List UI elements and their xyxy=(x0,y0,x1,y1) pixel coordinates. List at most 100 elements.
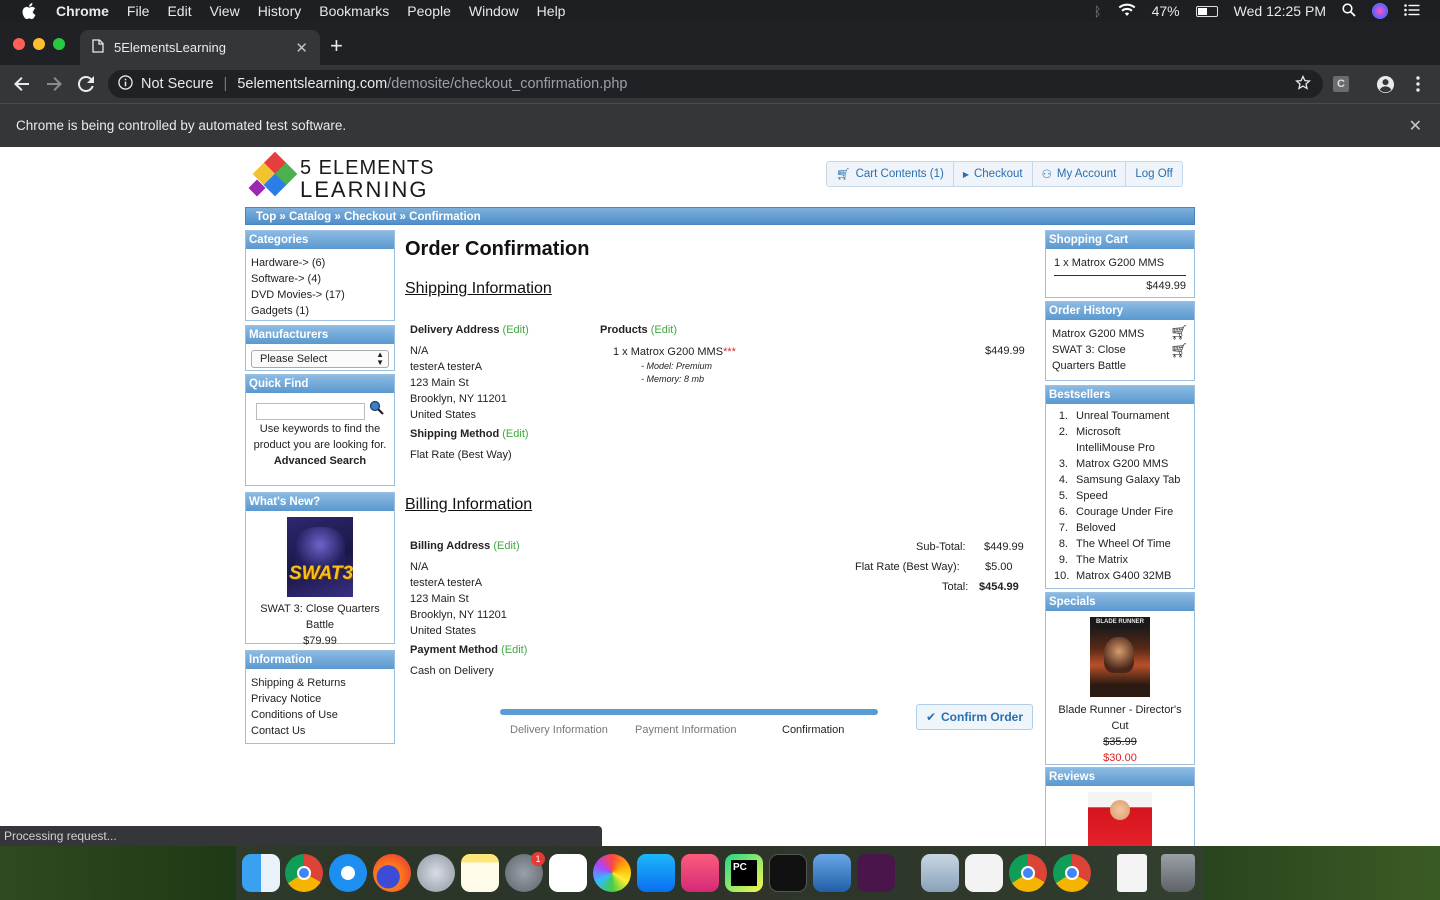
menu-help[interactable]: Help xyxy=(537,3,566,19)
cart-contents-link[interactable]: 🛒︎ Cart Contents (1) xyxy=(827,162,954,186)
advanced-search-link[interactable]: Advanced Search xyxy=(250,453,390,469)
bestseller-link[interactable]: Courage Under Fire xyxy=(1076,504,1173,520)
menu-edit[interactable]: Edit xyxy=(167,3,191,19)
java-icon[interactable] xyxy=(965,854,1003,892)
bestseller-link[interactable]: Beloved xyxy=(1076,520,1116,536)
contact-us-link[interactable]: Contact Us xyxy=(251,723,389,739)
clock[interactable]: Wed 12:25 PM xyxy=(1234,3,1326,19)
quick-find-input[interactable] xyxy=(256,403,365,420)
app-store-icon[interactable] xyxy=(637,854,675,892)
trash-icon[interactable] xyxy=(1161,854,1195,892)
firefox-icon[interactable] xyxy=(373,854,411,892)
blade-runner-product-image[interactable]: BLADE RUNNER xyxy=(1090,617,1150,697)
minimize-window-button[interactable] xyxy=(33,38,45,50)
bestseller-link[interactable]: Microsoft IntelliMouse Pro xyxy=(1076,424,1176,456)
bluetooth-icon[interactable]: ᛒ xyxy=(1094,4,1102,19)
log-off-link[interactable]: Log Off xyxy=(1126,162,1182,186)
bestseller-link[interactable]: Samsung Galaxy Tab xyxy=(1076,472,1180,488)
menu-view[interactable]: View xyxy=(210,3,240,19)
close-tab-icon[interactable]: ✕ xyxy=(295,39,308,57)
spotlight-icon[interactable] xyxy=(1342,2,1356,20)
payment-method-label: Payment Method xyxy=(410,644,499,656)
edit-billing-address-link[interactable]: (Edit) xyxy=(493,540,519,552)
address-line: United States xyxy=(410,625,477,637)
menu-app-name[interactable]: Chrome xyxy=(56,3,109,19)
virtualbox-icon[interactable] xyxy=(813,854,851,892)
add-to-cart-icon[interactable]: 🛒︎ xyxy=(1170,342,1188,358)
category-link[interactable]: Gadgets (1) xyxy=(251,303,389,319)
menu-history[interactable]: History xyxy=(258,3,302,19)
battery-percent[interactable]: 47% xyxy=(1152,3,1180,19)
chrome-icon[interactable] xyxy=(1009,854,1047,892)
new-tab-button[interactable]: + xyxy=(330,35,343,57)
itunes-icon[interactable] xyxy=(681,854,719,892)
finder-icon[interactable] xyxy=(242,854,280,892)
reminders-icon[interactable] xyxy=(549,854,587,892)
bestseller-link[interactable]: The Wheel Of Time xyxy=(1076,536,1171,552)
checkout-link[interactable]: ▶ Checkout xyxy=(954,162,1033,186)
info-icon[interactable] xyxy=(118,74,133,94)
shipping-returns-link[interactable]: Shipping & Returns xyxy=(251,675,389,691)
bestseller-link[interactable]: Unreal Tournament xyxy=(1076,408,1169,424)
category-link[interactable]: Software-> (4) xyxy=(251,271,389,287)
manufacturers-select[interactable]: Please Select ▲ ▼ xyxy=(251,350,389,368)
wifi-icon[interactable] xyxy=(1118,3,1136,20)
back-icon[interactable] xyxy=(11,73,33,95)
breadcrumb[interactable]: Top » Catalog » Checkout » Confirmation xyxy=(245,207,1195,225)
terminal-icon[interactable] xyxy=(769,854,807,892)
forward-icon[interactable] xyxy=(43,73,65,95)
edit-shipping-method-link[interactable]: (Edit) xyxy=(502,428,528,440)
edit-payment-method-link[interactable]: (Edit) xyxy=(501,644,527,656)
category-link[interactable]: DVD Movies-> (17) xyxy=(251,287,389,303)
preview-icon[interactable] xyxy=(921,854,959,892)
cart-item[interactable]: 1 x Matrox G200 MMS xyxy=(1054,255,1186,271)
search-icon[interactable] xyxy=(369,400,384,420)
bookmark-star-icon[interactable] xyxy=(1295,74,1311,95)
photos-icon[interactable] xyxy=(593,854,631,892)
menu-window[interactable]: Window xyxy=(469,3,519,19)
order-history-item[interactable]: Matrox G200 MMS xyxy=(1052,326,1188,342)
notes-icon[interactable] xyxy=(461,854,499,892)
conditions-of-use-link[interactable]: Conditions of Use xyxy=(251,707,389,723)
edit-products-link[interactable]: (Edit) xyxy=(651,324,677,336)
chrome-icon[interactable] xyxy=(1053,854,1091,892)
pycharm-icon[interactable]: PC xyxy=(725,854,763,892)
whats-new-product-name[interactable]: SWAT 3: Close Quarters Battle xyxy=(251,601,389,633)
slack-icon[interactable] xyxy=(857,854,895,892)
menu-people[interactable]: People xyxy=(407,3,451,19)
zoom-window-button[interactable] xyxy=(53,38,65,50)
review-product-image[interactable] xyxy=(1088,792,1152,846)
my-account-link[interactable]: ⚇ My Account xyxy=(1033,162,1127,186)
chrome-menu-icon[interactable] xyxy=(1415,76,1421,97)
menu-file[interactable]: File xyxy=(127,3,150,19)
address-bar[interactable]: Not Secure | 5elementslearning.com /demo… xyxy=(108,70,1323,98)
chrome-icon[interactable] xyxy=(285,854,323,892)
close-infobar-icon[interactable]: ✕ xyxy=(1409,116,1422,136)
bestseller-link[interactable]: Matrox G200 MMS xyxy=(1076,456,1168,472)
text-document-icon[interactable] xyxy=(1117,854,1147,892)
menu-bookmarks[interactable]: Bookmarks xyxy=(319,3,389,19)
safari-icon[interactable] xyxy=(329,854,367,892)
confirm-order-button[interactable]: ✔ Confirm Order xyxy=(916,704,1033,730)
bestseller-link[interactable]: Matrox G400 32MB xyxy=(1076,568,1171,584)
launchpad-icon[interactable] xyxy=(417,854,455,892)
swat3-product-image[interactable]: SWAT3 xyxy=(287,517,353,597)
apple-icon[interactable] xyxy=(20,3,38,19)
notification-center-icon[interactable] xyxy=(1404,3,1420,19)
siri-icon[interactable] xyxy=(1372,3,1388,19)
privacy-notice-link[interactable]: Privacy Notice xyxy=(251,691,389,707)
add-to-cart-icon[interactable]: 🛒︎ xyxy=(1170,324,1188,340)
edit-delivery-address-link[interactable]: (Edit) xyxy=(503,324,529,336)
specials-product-name[interactable]: Blade Runner - Director's Cut xyxy=(1051,702,1189,734)
close-window-button[interactable] xyxy=(13,38,25,50)
category-link[interactable]: Hardware-> (6) xyxy=(251,255,389,271)
web-page: 5 ELEMENTS LEARNING 🛒︎ Cart Contents (1) … xyxy=(0,147,1440,846)
browser-tab[interactable]: 5ElementsLearning ✕ xyxy=(80,30,320,65)
reload-icon[interactable] xyxy=(75,73,97,95)
extension-icon[interactable]: C xyxy=(1333,76,1349,92)
bestseller-link[interactable]: The Matrix xyxy=(1076,552,1128,568)
bestseller-link[interactable]: Speed xyxy=(1076,488,1108,504)
order-history-item[interactable]: SWAT 3: Close Quarters Battle xyxy=(1052,342,1147,374)
profile-icon[interactable] xyxy=(1376,75,1395,99)
security-label[interactable]: Not Secure xyxy=(141,76,214,92)
